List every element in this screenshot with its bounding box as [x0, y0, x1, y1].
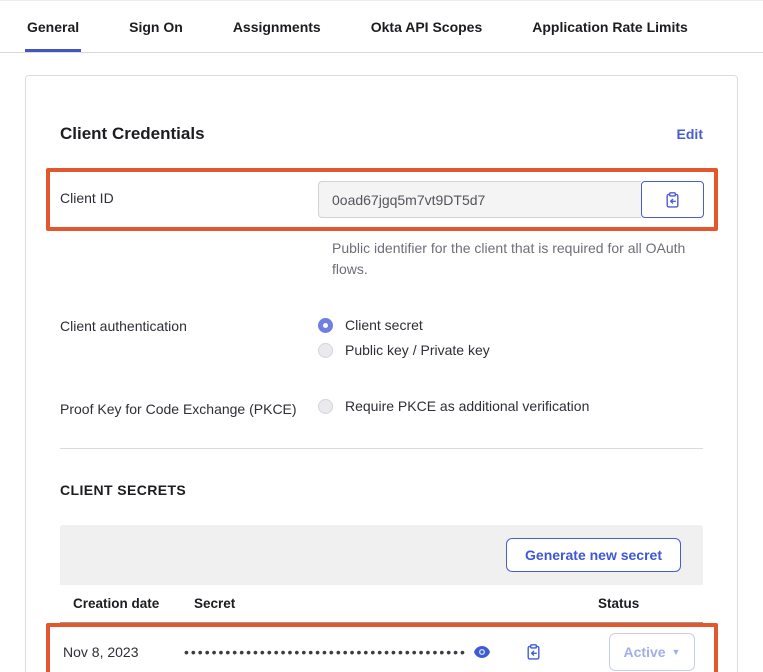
tab-okta-api-scopes[interactable]: Okta API Scopes	[369, 19, 485, 52]
chevron-down-icon: ▼	[672, 647, 681, 657]
table-row: Nov 8, 2023 ••••••••••••••••••••••••••••…	[60, 630, 704, 672]
radio-selected-icon[interactable]	[318, 318, 333, 333]
tab-application-rate-limits[interactable]: Application Rate Limits	[530, 19, 690, 52]
pkce-checkbox-icon[interactable]	[318, 399, 333, 414]
clipboard-copy-icon	[664, 191, 681, 209]
radio-unselected-icon[interactable]	[318, 343, 333, 358]
generate-new-secret-button[interactable]: Generate new secret	[506, 538, 681, 572]
pkce-label: Proof Key for Code Exchange (PKCE)	[60, 391, 318, 417]
secret-creation-date: Nov 8, 2023	[63, 644, 184, 660]
radio-client-secret[interactable]: Client secret	[318, 317, 490, 333]
client-authentication-label: Client authentication	[60, 308, 318, 334]
copy-client-id-button[interactable]	[641, 181, 704, 218]
section-title-client-credentials: Client Credentials	[60, 124, 205, 144]
client-id-highlight-box: Client ID	[46, 168, 718, 231]
radio-public-private-key[interactable]: Public key / Private key	[318, 342, 490, 358]
pkce-option-label: Require PKCE as additional verification	[345, 398, 589, 414]
clipboard-copy-icon	[525, 643, 542, 661]
section-divider	[60, 448, 703, 449]
app-tab-bar: General Sign On Assignments Okta API Sco…	[0, 0, 763, 53]
column-header-secret: Secret	[194, 596, 598, 611]
client-secrets-toolbar: Generate new secret	[60, 525, 703, 585]
radio-client-secret-label: Client secret	[345, 317, 423, 333]
client-id-helper-text: Public identifier for the client that is…	[332, 238, 702, 280]
masked-secret-value: ••••••••••••••••••••••••••••••••••••••••…	[184, 645, 467, 659]
tab-sign-on[interactable]: Sign On	[127, 19, 185, 52]
reveal-secret-button[interactable]	[473, 645, 491, 659]
tab-general[interactable]: General	[25, 19, 81, 52]
secrets-table-header: Creation date Secret Status	[60, 585, 703, 623]
tab-assignments[interactable]: Assignments	[231, 19, 323, 52]
copy-secret-button[interactable]	[525, 643, 542, 661]
status-label: Active	[624, 644, 666, 660]
client-id-label: Client ID	[60, 181, 318, 206]
edit-link[interactable]: Edit	[677, 126, 703, 142]
radio-public-private-key-label: Public key / Private key	[345, 342, 490, 358]
status-active-dropdown[interactable]: Active ▼	[609, 633, 695, 671]
client-id-input[interactable]	[318, 181, 641, 218]
eye-icon	[473, 645, 491, 659]
client-secrets-title: CLIENT SECRETS	[60, 482, 703, 498]
pkce-checkbox-row[interactable]: Require PKCE as additional verification	[318, 398, 589, 414]
secret-row-highlight-box: Nov 8, 2023 ••••••••••••••••••••••••••••…	[46, 623, 718, 672]
column-header-creation-date: Creation date	[73, 596, 194, 611]
column-header-status: Status	[598, 596, 690, 611]
client-credentials-card: Client Credentials Edit Client ID	[25, 75, 738, 672]
